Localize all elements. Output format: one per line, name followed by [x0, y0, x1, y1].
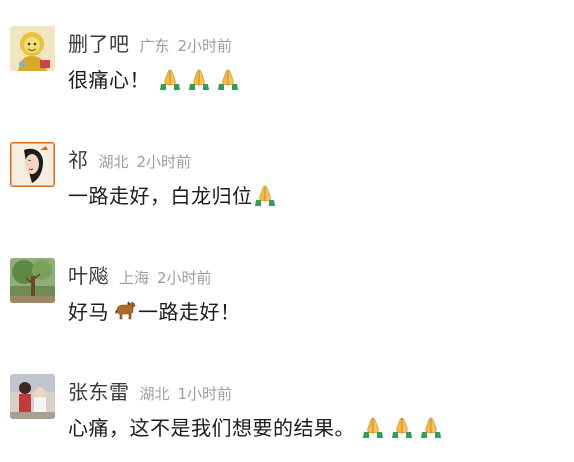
horse-emoji-icon [113, 299, 137, 323]
location: 上海 [119, 269, 150, 287]
comment-meta: 祁 湖北 2小时前 [68, 144, 191, 174]
username[interactable]: 删了吧 [68, 28, 130, 57]
avatar-image [10, 258, 55, 303]
pray-emoji-icon [390, 415, 414, 439]
comment-body: 心痛，这不是我们想要的结果。 [68, 416, 355, 440]
pray-emoji-icon [216, 67, 240, 91]
pray-emoji-icon [158, 67, 182, 91]
pray-emoji-icon [253, 183, 277, 207]
comment-meta: 删了吧 广东 2小时前 [68, 28, 232, 58]
pray-emoji-icon [419, 415, 443, 439]
timestamp: 2小时前 [157, 269, 212, 287]
username[interactable]: 叶飚 [68, 260, 109, 289]
comment-text: 心痛，这不是我们想要的结果。 [68, 412, 444, 441]
timestamp: 1小时前 [177, 385, 233, 403]
comment-body: 一路走好，白龙归位 [68, 184, 253, 208]
timestamp: 2小时前 [177, 37, 233, 55]
avatar[interactable] [10, 26, 55, 71]
pray-emoji-icon [187, 67, 211, 91]
location: 湖北 [139, 385, 170, 403]
username[interactable]: 张东雷 [68, 376, 130, 405]
avatar[interactable] [10, 374, 55, 419]
avatar-image [10, 142, 55, 187]
comment-body: 很痛心！ [68, 68, 150, 92]
avatar-image [10, 26, 55, 71]
comment-item: 祁 湖北 2小时前 一路走好，白龙归位 [0, 140, 574, 230]
timestamp: 2小时前 [136, 153, 192, 171]
comment-body-after: 一路走好！ [138, 300, 241, 324]
comment-item: 删了吧 广东 2小时前 很痛心！ [0, 24, 574, 114]
avatar[interactable] [10, 258, 55, 303]
username[interactable]: 祁 [68, 144, 89, 173]
comment-item: 张东雷 湖北 1小时前 心痛，这不是我们想要的结果。 [0, 372, 574, 462]
comment-meta: 叶飚 上海 2小时前 [68, 260, 212, 290]
comment-body-before: 好马 [68, 300, 109, 324]
comment-item: 叶飚 上海 2小时前 好马 一路走好！ [0, 256, 574, 346]
comment-meta: 张东雷 湖北 1小时前 [68, 376, 232, 406]
pray-emoji-icon [361, 415, 385, 439]
avatar[interactable] [10, 142, 55, 187]
location: 湖北 [98, 153, 129, 171]
comment-text: 好马 一路走好！ [68, 296, 241, 325]
location: 广东 [139, 37, 170, 55]
comment-text: 一路走好，白龙归位 [68, 180, 278, 209]
comment-list: 删了吧 广东 2小时前 很痛心！ 祁 湖北 2小时前 一路走好，白龙归位 叶飚 … [0, 0, 574, 459]
comment-text: 很痛心！ [68, 64, 241, 93]
avatar-image [10, 374, 55, 419]
